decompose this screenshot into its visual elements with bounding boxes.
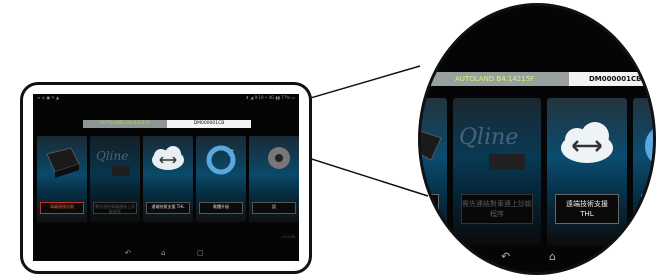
android-nav-bar: ↶ ⌂ ▢ (33, 245, 299, 261)
tile-remote-support[interactable]: 遠端技術支援 THL (143, 136, 193, 222)
cloud-transfer-icon (152, 146, 184, 170)
magnifier-circle: AUTOLAND B4.14215F DM000001CB 斷 Qline 需先… (418, 3, 656, 275)
tablet-screen: ≡ ◎ ▣ ✎ ▲ ⬆ ◢ 9:19 • 4G ▮▮ 77% ▭ AUTOLAN… (33, 94, 299, 261)
tile-label: 需先連結對車連上診斷程序 (461, 194, 533, 224)
recents-icon[interactable]: ▢ (197, 249, 204, 257)
tile-label: 設 (252, 202, 296, 214)
zoomed-tile-software-update[interactable]: 軟體升級 (633, 98, 653, 246)
vehicle-id-bar: AUTOLAND B4.14215F DM000001CB (83, 120, 251, 128)
obd-connector-icon (421, 130, 442, 161)
tile-label: 斷 (421, 194, 439, 224)
app-tiles: 車輛連接診斷 Qline 需先連結車輛連接上診斷程序 遠端技術支援 THL 軟體… (33, 136, 299, 224)
zoomed-tile-vehicle-connect[interactable]: 斷 (421, 98, 447, 246)
status-icons-right: ⬆ ◢ 9:19 • 4G ▮▮ 77% ▭ (245, 95, 295, 100)
tile-diagnostics-disabled[interactable]: Qline 需先連結車輛連接上診斷程序 (90, 136, 140, 222)
tile-software-update[interactable]: 軟體升級 (196, 136, 246, 222)
version-text: v1.0.65 (281, 235, 295, 239)
tile-vehicle-connect[interactable]: 車輛連接診斷 (37, 136, 87, 222)
zoomed-tile-remote-support[interactable]: 遠端技術支援 THL (547, 98, 627, 246)
back-icon[interactable]: ↶ (125, 249, 131, 257)
refresh-arrows-icon (645, 129, 653, 163)
cloud-transfer-icon (561, 122, 613, 163)
home-icon[interactable]: ⌂ (161, 249, 165, 257)
refresh-arrows-icon (206, 145, 236, 175)
tablet-device-frame: ≡ ◎ ▣ ✎ ▲ ⬆ ◢ 9:19 • 4G ▮▮ 77% ▭ AUTOLAN… (20, 82, 312, 274)
tile-label: 需先連結車輛連接上診斷程序 (93, 202, 137, 214)
tile-label: 遠端技術支援 THL (555, 194, 619, 224)
svg-text:Qline: Qline (459, 125, 518, 150)
obd-connector-icon (46, 147, 80, 178)
zoomed-vehicle-id-bar: AUTOLAND B4.14215F DM000001CB (421, 72, 653, 86)
recents-icon[interactable]: ▢ (597, 250, 607, 263)
diagnostic-logo-icon: Qline (459, 125, 525, 170)
device-id-label: DM000001CB (167, 120, 251, 128)
tile-label: 遠端技術支援 THL (146, 202, 190, 214)
back-icon[interactable]: ↶ (501, 250, 510, 263)
zoomed-vin-label: AUTOLAND B4.14215F (421, 72, 569, 86)
tile-label: 車輛連接診斷 (40, 202, 84, 214)
svg-text:Qline: Qline (96, 149, 128, 163)
zoomed-device-id-label: DM000001CB (569, 72, 653, 86)
diagnostic-logo-icon: Qline (96, 149, 130, 176)
tile-label: 軟體升級 (199, 202, 243, 214)
tile-settings[interactable]: 設 (249, 136, 299, 222)
home-icon[interactable]: ⌂ (549, 250, 556, 263)
status-bar: ≡ ◎ ▣ ✎ ▲ ⬆ ◢ 9:19 • 4G ▮▮ 77% ▭ (33, 94, 299, 102)
gear-icon (268, 147, 290, 169)
zoomed-tile-diagnostics-disabled[interactable]: Qline 需先連結對車連上診斷程序 (453, 98, 541, 246)
status-icons-left: ≡ ◎ ▣ ✎ ▲ (37, 95, 60, 100)
vin-label: AUTOLAND B4.14215F (83, 120, 167, 128)
